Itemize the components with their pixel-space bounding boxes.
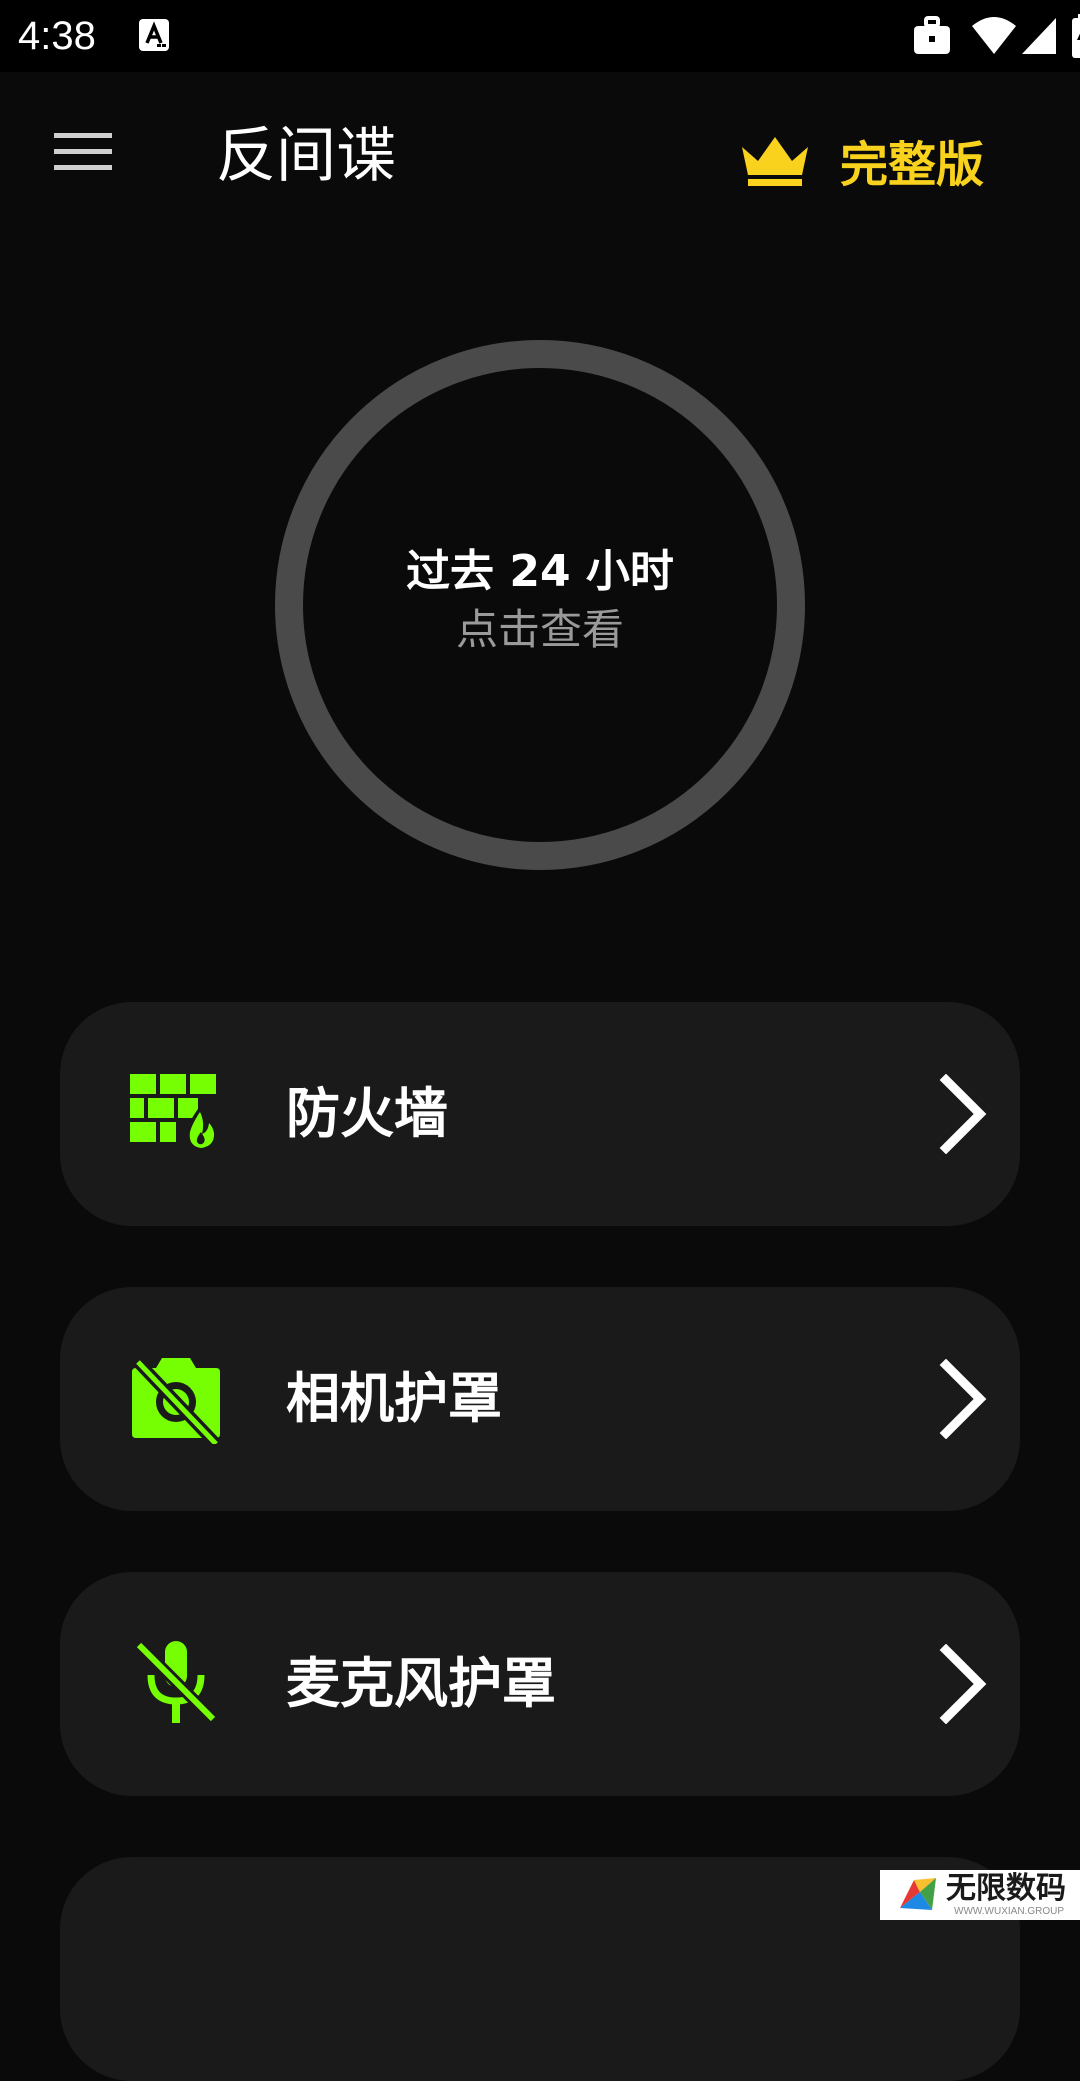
- watermark-text: 无限数码: [946, 1871, 1066, 1906]
- camera-off-icon: [126, 1349, 226, 1449]
- wifi-icon: [972, 17, 1016, 54]
- chevron-right-icon: [939, 1074, 987, 1154]
- status-bar: 4:38: [0, 0, 1080, 72]
- mic-off-icon: [126, 1634, 226, 1734]
- upgrade-button[interactable]: 完整版: [740, 120, 984, 200]
- summary-subtitle: 点击查看: [455, 605, 624, 654]
- battery-charging-icon: [1072, 14, 1080, 58]
- notification-a-icon: [139, 19, 169, 51]
- watermark: 无限数码 WWW.WUXIAN.GROUP: [880, 1870, 1080, 1920]
- feature-card-firewall[interactable]: 防火墙: [60, 1002, 1020, 1226]
- feature-card-partial[interactable]: [60, 1857, 1020, 2081]
- menu-icon: [54, 133, 112, 170]
- summary-title: 过去 24 小时: [406, 546, 674, 597]
- feature-card-camera-shield[interactable]: 相机护罩: [60, 1287, 1020, 1511]
- crown-icon: [742, 137, 808, 186]
- activity-summary-ring[interactable]: 过去 24 小时 点击查看: [275, 340, 805, 870]
- app-bar: 反间谍 完整版: [0, 72, 1080, 240]
- chevron-right-icon: [939, 1359, 987, 1439]
- upgrade-label: 完整版: [840, 137, 985, 193]
- app-title: 反间谍: [216, 121, 396, 191]
- feature-card-mic-shield[interactable]: 麦克风护罩: [60, 1572, 1020, 1796]
- feature-label: 相机护罩: [286, 1367, 502, 1430]
- menu-button[interactable]: [38, 112, 128, 192]
- watermark-sub: WWW.WUXIAN.GROUP: [954, 1906, 1064, 1917]
- signal-icon: [1022, 18, 1056, 54]
- feature-label: 麦克风护罩: [286, 1652, 556, 1715]
- status-time: 4:38: [18, 14, 96, 58]
- briefcase-icon: [914, 16, 950, 54]
- firewall-icon: [126, 1064, 226, 1164]
- chevron-right-icon: [939, 1644, 987, 1724]
- feature-label: 防火墙: [286, 1082, 448, 1145]
- watermark-logo-icon: [900, 1878, 936, 1910]
